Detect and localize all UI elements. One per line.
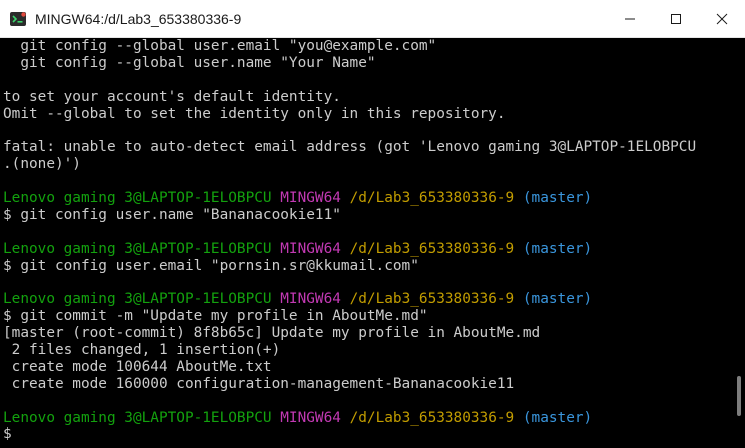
terminal-window: MINGW64:/d/Lab3_653380336-9 git config -… (0, 0, 745, 448)
prompt-line: Lenovo gaming 3@LAPTOP-1ELOBPCU MINGW64 … (3, 241, 730, 258)
terminal-output[interactable]: git config --global user.email "you@exam… (0, 38, 730, 448)
mingw-terminal-icon (9, 10, 27, 28)
prompt-line: Lenovo gaming 3@LAPTOP-1ELOBPCU MINGW64 … (3, 291, 730, 308)
minimize-button[interactable] (607, 0, 653, 38)
prompt-branch: (master) (522, 291, 593, 308)
output-line: Omit --global to set the identity only i… (3, 105, 506, 122)
output-line: .(none)') (3, 156, 81, 173)
prompt-path: /d/Lab3_653380336-9 (349, 291, 515, 308)
prompt-system: MINGW64 (280, 240, 341, 257)
minimize-icon (625, 18, 635, 20)
prompt-branch: (master) (522, 240, 593, 257)
prompt-user: Lenovo gaming 3@LAPTOP-1ELOBPCU (3, 240, 272, 257)
output-line: create mode 100644 AboutMe.txt (3, 358, 272, 375)
prompt-line: Lenovo gaming 3@LAPTOP-1ELOBPCU MINGW64 … (3, 410, 730, 427)
prompt-path: /d/Lab3_653380336-9 (349, 240, 515, 257)
prompt-path: /d/Lab3_653380336-9 (349, 190, 515, 207)
prompt-system: MINGW64 (280, 291, 341, 308)
prompt-path: /d/Lab3_653380336-9 (349, 409, 515, 426)
output-line: fatal: unable to auto-detect email addre… (3, 139, 697, 156)
prompt-system: MINGW64 (280, 409, 341, 426)
output-line: create mode 160000 configuration-managem… (3, 375, 515, 392)
title-bar[interactable]: MINGW64:/d/Lab3_653380336-9 (0, 0, 745, 38)
maximize-button[interactable] (653, 0, 699, 38)
prompt-branch: (master) (522, 409, 593, 426)
maximize-icon (671, 14, 681, 24)
output-line: $ git config user.email "pornsin.sr@kkum… (3, 257, 419, 274)
vertical-scrollbar[interactable] (734, 38, 742, 448)
prompt-branch: (master) (522, 190, 593, 207)
output-line: [master (root-commit) 8f8b65c] Update my… (3, 325, 541, 342)
output-line: $ (3, 426, 12, 443)
output-line: $ git commit -m "Update my profile in Ab… (3, 308, 428, 325)
scrollbar-thumb[interactable] (737, 376, 741, 416)
window-title: MINGW64:/d/Lab3_653380336-9 (35, 10, 242, 27)
output-line: to set your account's default identity. (3, 88, 341, 105)
prompt-user: Lenovo gaming 3@LAPTOP-1ELOBPCU (3, 291, 272, 308)
prompt-line: Lenovo gaming 3@LAPTOP-1ELOBPCU MINGW64 … (3, 190, 730, 207)
close-button[interactable] (699, 0, 745, 38)
output-line: git config --global user.email "you@exam… (3, 38, 437, 54)
output-line: 2 files changed, 1 insertion(+) (3, 342, 281, 359)
prompt-user: Lenovo gaming 3@LAPTOP-1ELOBPCU (3, 190, 272, 207)
output-line: git config --global user.name "Your Name… (3, 54, 376, 71)
window-controls (607, 0, 745, 38)
output-line: $ git config user.name "Bananacookie11" (3, 206, 341, 223)
prompt-user: Lenovo gaming 3@LAPTOP-1ELOBPCU (3, 409, 272, 426)
close-icon (716, 13, 728, 25)
prompt-system: MINGW64 (280, 190, 341, 207)
